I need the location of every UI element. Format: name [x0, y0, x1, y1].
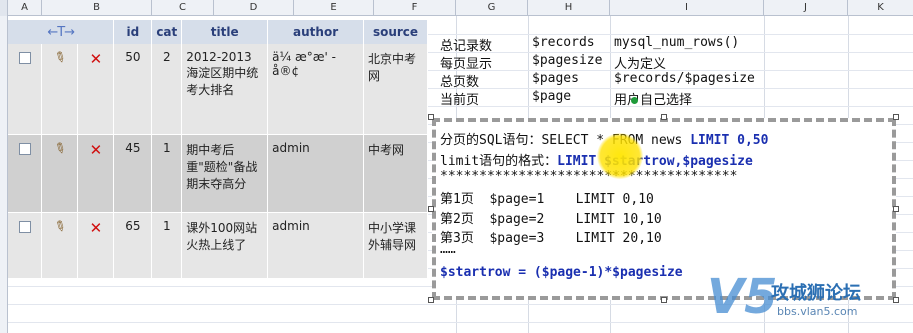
- cell-cat: 1: [151, 134, 183, 213]
- cell-cat: 1: [151, 212, 183, 279]
- table-row: ✎ ✕ 65 1 课外100网站火热上线了 admin 中小学课外辅导网: [8, 212, 428, 279]
- info-var: $page: [532, 89, 572, 104]
- column-header-k[interactable]: K: [848, 0, 913, 16]
- table-row: ✎ ✕ 50 2 2012-2013海淀区期中统考大排名 ä¼ æ°æ' - å…: [8, 44, 428, 135]
- v5-logo-icon: V5: [707, 269, 778, 325]
- delete-x-icon[interactable]: ✕: [90, 141, 103, 159]
- header-title[interactable]: title: [181, 20, 269, 44]
- note-page-row: 第2页 $page=2 LIMIT 10,10: [440, 212, 662, 227]
- column-header-d[interactable]: D: [214, 0, 294, 16]
- column-header-b[interactable]: B: [42, 0, 152, 16]
- watermark-url: bbs.vlan5.com: [777, 305, 858, 318]
- column-header-i[interactable]: I: [610, 0, 764, 16]
- column-header-row: A B C D E F G H I J K: [0, 0, 913, 16]
- delete-x-icon[interactable]: ✕: [90, 50, 103, 68]
- info-desc: 用户自己选择: [614, 93, 693, 108]
- column-header-g[interactable]: G: [456, 0, 528, 16]
- info-label: 总页数: [440, 75, 480, 90]
- cell-source: 中考网: [363, 134, 428, 213]
- cell-id: 45: [113, 134, 153, 213]
- delete-x-icon[interactable]: ✕: [90, 219, 103, 237]
- row-checkbox[interactable]: [18, 142, 31, 155]
- header-author[interactable]: author: [267, 20, 364, 44]
- cell-author: admin: [267, 134, 364, 213]
- info-label: 总记录数: [440, 39, 493, 54]
- table-header-row: ←T→ id cat title author source: [8, 20, 428, 44]
- info-desc: mysql_num_rows(): [614, 35, 740, 50]
- column-header-j[interactable]: J: [764, 0, 848, 16]
- cell-title: 课外100网站火热上线了: [181, 212, 269, 279]
- note-page-row: 第1页 $page=1 LIMIT 0,10: [440, 192, 654, 207]
- info-desc: 人为定义: [614, 57, 667, 72]
- header-id[interactable]: id: [113, 20, 153, 44]
- news-table: ←T→ id cat title author source ✎ ✕ 50 2 …: [8, 20, 428, 279]
- resize-handle[interactable]: [893, 206, 899, 212]
- info-var: $pages: [532, 71, 579, 86]
- resize-handle[interactable]: [661, 114, 667, 120]
- cell-title: 2012-2013海淀区期中统考大排名: [181, 44, 269, 135]
- select-all-corner[interactable]: [0, 0, 8, 16]
- cell-id: 65: [113, 212, 153, 279]
- table-row: ✎ ✕ 45 1 期中考后重"题检"备战期末夺高分 admin 中考网: [8, 134, 428, 213]
- cell-author: admin: [267, 212, 364, 279]
- cell-title: 期中考后重"题检"备战期末夺高分: [181, 134, 269, 213]
- row-checkbox[interactable]: [18, 220, 31, 233]
- info-label: 当前页: [440, 93, 480, 108]
- column-nav-arrows[interactable]: ←T→: [8, 20, 115, 44]
- cell-author: ä¼ æ°æ' - å®¢: [267, 44, 364, 135]
- info-var: $records: [532, 35, 595, 50]
- column-header-f[interactable]: F: [374, 0, 456, 16]
- row-checkbox[interactable]: [18, 52, 31, 64]
- header-cat[interactable]: cat: [151, 20, 183, 44]
- note-line-separator: **************************************: [440, 169, 738, 184]
- cell-cat: 2: [151, 44, 183, 135]
- column-header-e[interactable]: E: [294, 0, 374, 16]
- edit-pencil-icon[interactable]: ✎: [51, 217, 69, 237]
- cell-source: 北京中考网: [363, 44, 428, 135]
- edit-pencil-icon[interactable]: ✎: [51, 48, 69, 68]
- info-label: 每页显示: [440, 57, 493, 72]
- cell-id: 50: [113, 44, 153, 135]
- column-header-a[interactable]: A: [8, 0, 42, 16]
- cursor-highlight: [597, 133, 643, 179]
- column-header-c[interactable]: C: [152, 0, 214, 16]
- resize-handle[interactable]: [428, 114, 434, 120]
- cell-source: 中小学课外辅导网: [363, 212, 428, 279]
- resize-handle[interactable]: [428, 206, 434, 212]
- info-var: $pagesize: [532, 53, 603, 68]
- resize-handle[interactable]: [661, 297, 667, 303]
- info-desc: $records/$pagesize: [614, 71, 755, 86]
- rotate-handle-dot[interactable]: [631, 97, 638, 104]
- row-header-column: [0, 16, 8, 333]
- watermark-name: 攻城狮论坛: [771, 283, 861, 304]
- note-page-row: 第3页 $page=3 LIMIT 20,10: [440, 231, 662, 246]
- edit-pencil-icon[interactable]: ✎: [51, 139, 69, 159]
- resize-handle[interactable]: [893, 114, 899, 120]
- resize-handle[interactable]: [428, 297, 434, 303]
- column-header-h[interactable]: H: [528, 0, 610, 16]
- note-ellipsis: ……: [440, 242, 456, 257]
- header-source[interactable]: source: [363, 20, 428, 44]
- note-formula: $startrow = ($page-1)*$pagesize: [440, 265, 683, 280]
- watermark-logo: V5 攻城狮论坛 bbs.vlan5.com: [707, 269, 907, 329]
